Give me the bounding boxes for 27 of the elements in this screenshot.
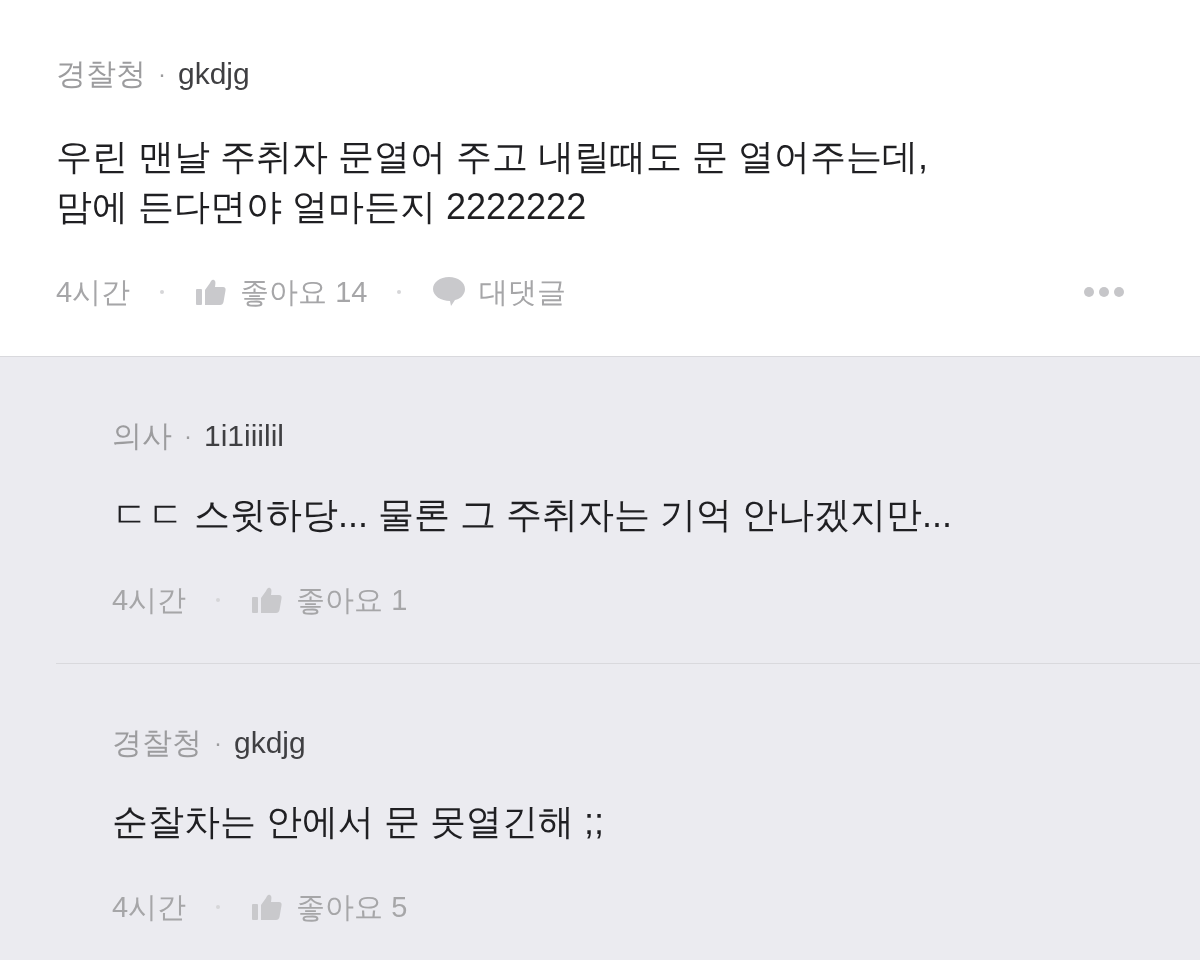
like-button[interactable]: 좋아요 5 bbox=[252, 885, 408, 929]
username[interactable]: 1i1iiilil bbox=[204, 414, 285, 458]
reply-text: ㄷㄷ 스윗하당... 물론 그 주취자는 기억 안나겠지만... bbox=[112, 493, 954, 537]
reply-button[interactable]: 대댓글 bbox=[433, 270, 567, 314]
header-separator: · bbox=[158, 59, 166, 89]
author-affiliation: 의사 bbox=[112, 418, 172, 454]
author-affiliation: 경찰청 bbox=[56, 56, 146, 92]
speech-bubble-icon bbox=[433, 277, 466, 307]
username[interactable]: gkdjg bbox=[178, 52, 250, 96]
like-button[interactable]: 좋아요 1 bbox=[252, 578, 408, 622]
separator-dot-icon bbox=[160, 290, 165, 294]
timestamp: 4시간 bbox=[56, 275, 131, 310]
header-separator: · bbox=[214, 728, 222, 758]
timestamp: 4시간 bbox=[112, 890, 187, 925]
username[interactable]: gkdjg bbox=[234, 721, 306, 765]
thumbs-up-icon bbox=[252, 894, 283, 920]
timestamp: 4시간 bbox=[112, 583, 187, 618]
thumbs-up-icon bbox=[196, 279, 227, 305]
more-icon bbox=[1084, 287, 1124, 297]
like-button[interactable]: 좋아요 14 bbox=[196, 270, 368, 314]
more-button[interactable] bbox=[1084, 287, 1124, 297]
header-separator: · bbox=[184, 421, 192, 451]
comment-text: 우린 맨날 주취자 문열어 주고 내릴때도 문 열어주는데, 맘에 든다면야 얼마든지 2222222 bbox=[56, 135, 929, 229]
reply-text: 순찰차는 안에서 문 못열긴해 ;; bbox=[112, 800, 605, 844]
separator-dot-icon bbox=[397, 290, 402, 294]
thumbs-up-icon bbox=[252, 587, 283, 613]
author-affiliation: 경찰청 bbox=[112, 725, 202, 761]
